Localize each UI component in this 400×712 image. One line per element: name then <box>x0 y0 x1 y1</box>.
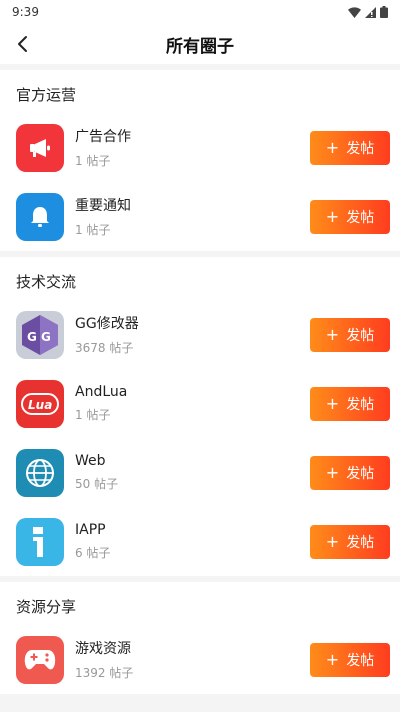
post-button-label: 发帖 <box>346 140 375 157</box>
chevron-left-icon <box>18 36 27 52</box>
post-button-label: 发帖 <box>346 327 375 344</box>
circle-item[interactable]: Web 50 帖子 + 发帖 <box>0 438 400 507</box>
globe-icon <box>16 448 64 497</box>
plus-icon: + <box>325 649 340 669</box>
status-time: 9:39 <box>12 5 39 19</box>
circle-item[interactable]: Lua AndLua 1 帖子 + 发帖 <box>0 369 400 438</box>
section-resources: 资源分享 游戏资源 1392 帖子 + 发帖 <box>0 582 400 694</box>
post-count: 1 帖子 <box>75 408 111 422</box>
circle-item[interactable]: 广告合作 1 帖子 + 发帖 <box>0 113 400 182</box>
circle-item[interactable]: G G GG修改器 3678 帖子 + 发帖 <box>0 300 400 369</box>
svg-text:G: G <box>41 330 51 344</box>
circle-name: AndLua <box>75 384 128 400</box>
post-count: 1 帖子 <box>75 154 111 168</box>
bell-icon <box>16 192 64 241</box>
lua-logo-icon: Lua <box>16 379 64 428</box>
post-count: 1 帖子 <box>75 223 111 237</box>
section-official: 官方运营 广告合作 1 帖子 + 发帖 重要通知 1 帖子 + 发帖 <box>0 70 400 251</box>
circle-name: Web <box>75 453 106 469</box>
section-title: 技术交流 <box>16 273 77 291</box>
plus-icon: + <box>325 462 340 482</box>
circle-item[interactable]: 重要通知 1 帖子 + 发帖 <box>0 182 400 251</box>
gg-logo-icon: G G <box>16 310 64 359</box>
plus-icon: + <box>325 324 340 344</box>
post-count: 3678 帖子 <box>75 341 134 355</box>
post-count: 6 帖子 <box>75 546 111 560</box>
post-count: 50 帖子 <box>75 477 119 491</box>
plus-icon: + <box>325 531 340 551</box>
post-button-label: 发帖 <box>346 209 375 226</box>
svg-text:Lua: Lua <box>28 398 52 412</box>
circle-item[interactable]: 游戏资源 1392 帖子 + 发帖 <box>0 625 400 694</box>
post-button[interactable]: + 发帖 <box>310 130 390 165</box>
circle-name: 游戏资源 <box>75 641 131 657</box>
circle-name: IAPP <box>75 522 106 538</box>
gamepad-icon <box>16 635 64 684</box>
wifi-icon <box>348 6 361 18</box>
status-icons <box>348 6 388 18</box>
back-button[interactable] <box>2 24 42 64</box>
post-button[interactable]: + 发帖 <box>310 524 390 559</box>
post-button[interactable]: + 发帖 <box>310 386 390 421</box>
post-button-label: 发帖 <box>346 465 375 482</box>
circle-item[interactable]: IAPP 6 帖子 + 发帖 <box>0 507 400 576</box>
svg-text:G: G <box>27 330 37 344</box>
status-bar: 9:39 <box>0 0 400 24</box>
plus-icon: + <box>325 393 340 413</box>
post-button-label: 发帖 <box>346 652 375 669</box>
iapp-logo-icon <box>16 517 64 566</box>
post-button[interactable]: + 发帖 <box>310 455 390 490</box>
section-title: 资源分享 <box>16 598 77 616</box>
post-count: 1392 帖子 <box>75 666 134 680</box>
signal-icon <box>365 6 376 18</box>
post-button-label: 发帖 <box>346 534 375 551</box>
circle-name: 广告合作 <box>75 129 131 145</box>
post-button-label: 发帖 <box>346 396 375 413</box>
plus-icon: + <box>325 206 340 226</box>
section-tech: 技术交流 G G GG修改器 3678 帖子 + 发帖 Lua AndLua 1… <box>0 257 400 576</box>
circle-name: 重要通知 <box>75 198 131 214</box>
megaphone-icon <box>16 123 64 172</box>
page-title: 所有圈子 <box>166 36 234 57</box>
section-title: 官方运营 <box>16 86 77 104</box>
post-button[interactable]: + 发帖 <box>310 317 390 352</box>
post-button[interactable]: + 发帖 <box>310 642 390 677</box>
battery-icon <box>380 6 388 18</box>
plus-icon: + <box>325 137 340 157</box>
circle-name: GG修改器 <box>75 316 139 332</box>
post-button[interactable]: + 发帖 <box>310 199 390 234</box>
app-bar: 所有圈子 <box>0 24 400 64</box>
